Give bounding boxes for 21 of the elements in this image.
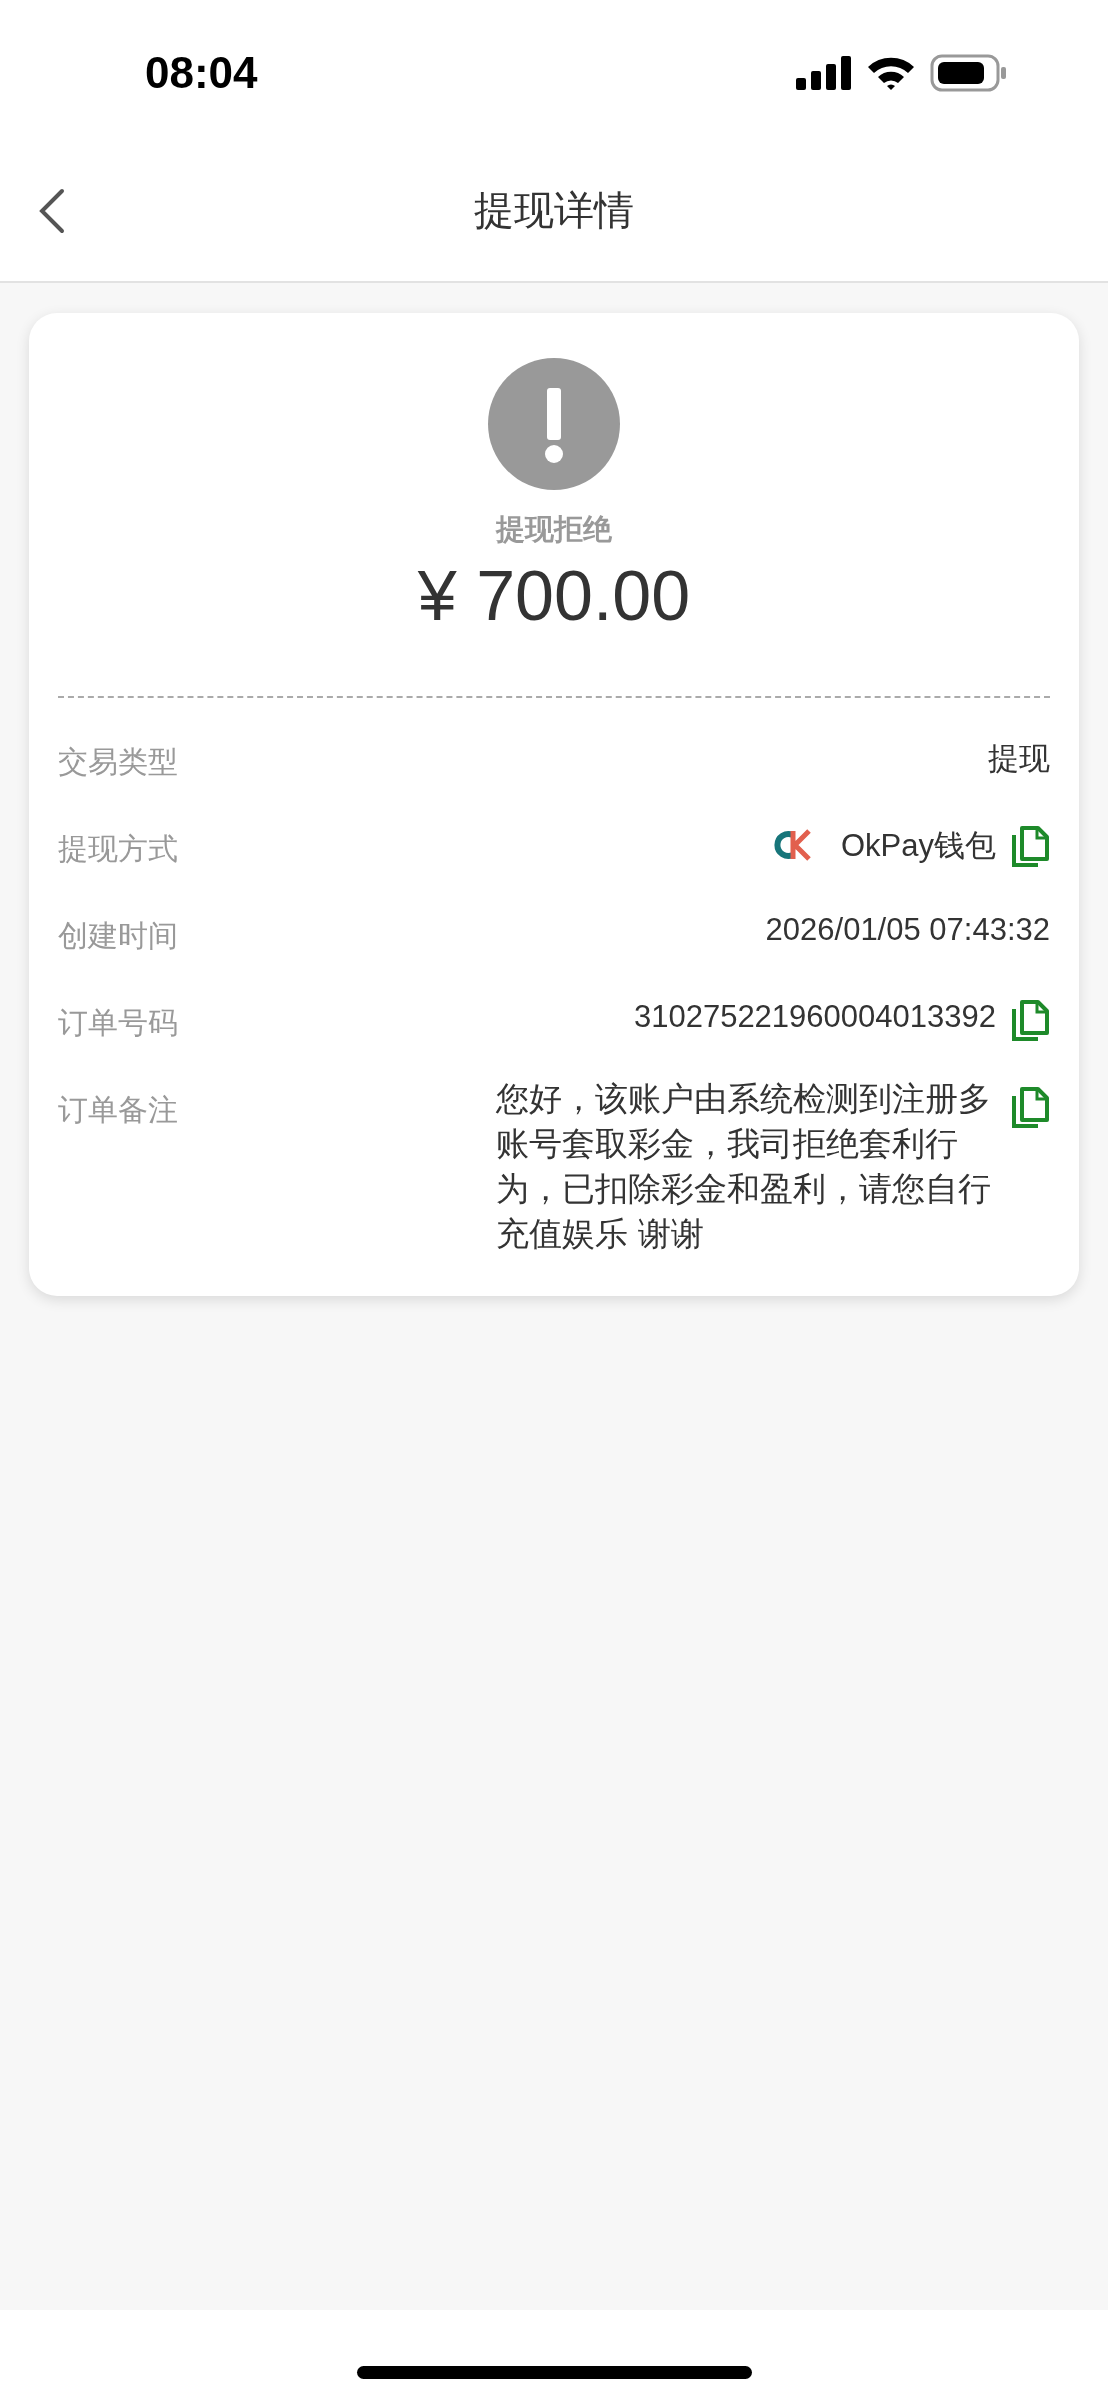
detail-label: 创建时间 — [58, 917, 178, 955]
amount: ¥ 700.00 — [417, 556, 691, 636]
detail-value: 提现 — [988, 740, 1050, 778]
detail-value: OkPay钱包 — [840, 827, 996, 865]
status-time: 08:04 — [145, 47, 258, 98]
detail-value: 310275221960004013392 — [633, 998, 996, 1035]
detail-label: 提现方式 — [58, 830, 178, 868]
page-title: 提现详情 — [474, 186, 634, 235]
wifi-icon — [866, 55, 916, 91]
detail-label: 订单号码 — [58, 1004, 178, 1042]
detail-label: 交易类型 — [58, 743, 178, 781]
signal-icon — [796, 56, 852, 90]
remark-text: 您好，该账户由系统检测到注册多账号套取彩金，我司拒绝套利行为，已扣除彩金和盈利，请您自行充值娱乐 谢谢 — [496, 1078, 992, 1255]
copy-icon[interactable] — [1010, 825, 1050, 869]
battery-icon — [930, 54, 1008, 92]
detail-value: 2026/01/05 07:43:32 — [765, 911, 1050, 948]
copy-icon[interactable] — [1010, 1086, 1050, 1130]
exclamation-icon — [488, 358, 620, 490]
status-text: 提现拒绝 — [496, 511, 612, 548]
copy-icon[interactable] — [1010, 999, 1050, 1043]
detail-label: 订单备注 — [58, 1091, 178, 1129]
